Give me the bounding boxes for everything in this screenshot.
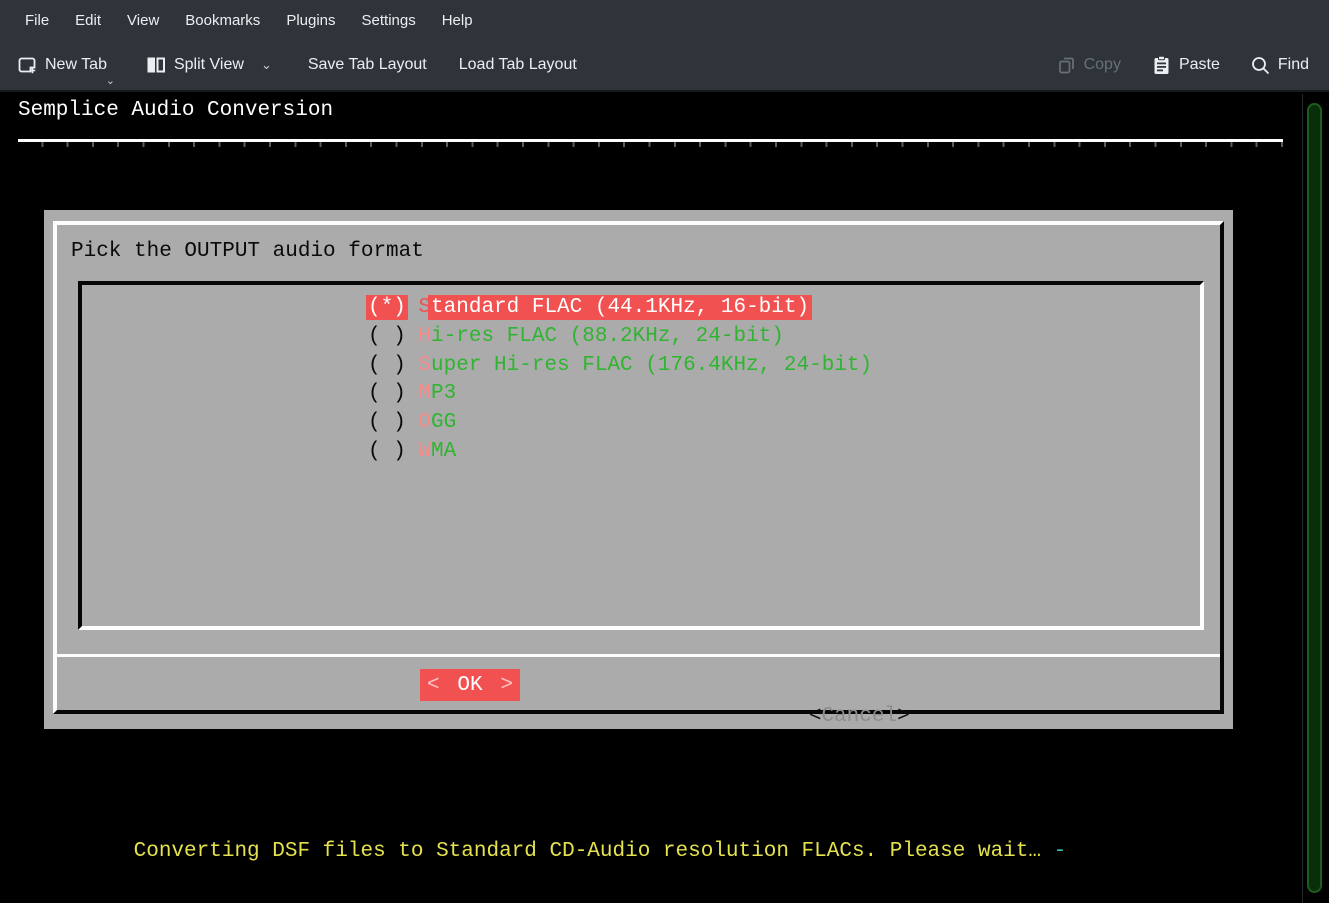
copy-icon — [1056, 55, 1077, 76]
radio-label: uper Hi-res FLAC (176.4KHz, 24-bit) — [431, 354, 872, 377]
split-view-button[interactable]: Split View ⌄ — [145, 47, 272, 83]
button-separator — [57, 654, 1220, 657]
cancel-button[interactable]: <Cancel> — [708, 669, 910, 701]
copy-button[interactable]: Copy — [1056, 47, 1121, 83]
radio-hotkey: W — [418, 440, 431, 463]
dialog-title: Pick the OUTPUT audio format — [71, 240, 424, 263]
radio-option[interactable]: ( ) Super Hi-res FLAC (176.4KHz, 24-bit) — [368, 352, 872, 381]
konsole-window: FileEditViewBookmarksPluginsSettingsHelp… — [0, 0, 1329, 903]
terminal-view[interactable]: Semplice Audio Conversion Pick the OUTPU… — [0, 94, 1329, 903]
status-text: Converting DSF files to Standard CD-Audi… — [134, 840, 1054, 863]
ok-right-bracket: > — [500, 674, 513, 697]
copy-label: Copy — [1084, 56, 1121, 74]
radio-state: ( ) — [368, 354, 406, 377]
split-view-icon — [145, 54, 167, 76]
find-button[interactable]: Find — [1250, 47, 1309, 83]
radio-state: ( ) — [368, 440, 406, 463]
radio-state: ( ) — [368, 325, 406, 348]
paste-label: Paste — [1179, 56, 1220, 74]
toolbar: New Tab ⌄ Split View ⌄ Save Tab Layout L… — [0, 40, 1329, 92]
new-tab-icon — [16, 54, 38, 76]
radio-state: (*) — [366, 295, 408, 320]
radio-label: i-res FLAC (88.2KHz, 24-bit) — [431, 325, 784, 348]
radio-option[interactable]: ( ) WMA — [368, 438, 872, 467]
radio-hotkey: O — [418, 411, 431, 434]
radio-option[interactable]: ( ) MP3 — [368, 380, 872, 409]
menubar-item-bookmarks[interactable]: Bookmarks — [172, 0, 273, 40]
radio-hotkey: S — [418, 354, 431, 377]
radio-option[interactable]: (*) Standard FLAC (44.1KHz, 16-bit) — [368, 294, 872, 323]
menubar-item-view[interactable]: View — [114, 0, 172, 40]
radio-option[interactable]: ( ) OGG — [368, 409, 872, 438]
radio-label: tandard FLAC (44.1KHz, 16-bit) — [428, 295, 812, 320]
menubar-item-file[interactable]: File — [12, 0, 62, 40]
cancel-right-bracket: > — [897, 705, 910, 728]
format-listbox: (*) Standard FLAC (44.1KHz, 16-bit)( ) H… — [78, 281, 1204, 630]
search-icon — [1250, 55, 1271, 76]
save-tab-layout-label: Save Tab Layout — [308, 56, 427, 74]
menubar: FileEditViewBookmarksPluginsSettingsHelp — [0, 0, 1329, 40]
new-tab-label: New Tab — [45, 56, 107, 74]
radio-label: GG — [431, 411, 456, 434]
save-tab-layout-button[interactable]: Save Tab Layout — [308, 47, 427, 83]
menubar-item-edit[interactable]: Edit — [62, 0, 114, 40]
menubar-item-plugins[interactable]: Plugins — [273, 0, 348, 40]
status-line: Converting DSF files to Standard CD-Audi… — [58, 817, 1066, 886]
cancel-label: Cancel — [821, 705, 897, 728]
radio-state: ( ) — [368, 411, 406, 434]
find-label: Find — [1278, 56, 1309, 74]
spinner: - — [1054, 840, 1067, 863]
menubar-item-settings[interactable]: Settings — [349, 0, 429, 40]
backtitle: Semplice Audio Conversion — [18, 99, 333, 122]
new-tab-chevron-down-icon[interactable]: ⌄ — [106, 76, 115, 87]
ok-label: OK — [457, 674, 482, 697]
scrollbar-track-separator — [1302, 94, 1303, 903]
paste-button[interactable]: Paste — [1151, 47, 1220, 83]
format-dialog: Pick the OUTPUT audio format (*) Standar… — [44, 210, 1233, 729]
cancel-left-bracket: < — [809, 705, 822, 728]
split-view-chevron-down-icon[interactable]: ⌄ — [261, 57, 272, 73]
radio-hotkey: M — [418, 382, 431, 405]
ok-button[interactable]: < OK > — [420, 669, 520, 701]
paste-icon — [1151, 55, 1172, 76]
new-tab-button[interactable]: New Tab ⌄ — [16, 47, 107, 83]
radio-list: (*) Standard FLAC (44.1KHz, 16-bit)( ) H… — [368, 294, 872, 467]
radio-hotkey: H — [418, 325, 431, 348]
radio-label: P3 — [431, 382, 456, 405]
radio-state: ( ) — [368, 382, 406, 405]
scrollbar-handle[interactable] — [1307, 103, 1322, 893]
load-tab-layout-button[interactable]: Load Tab Layout — [459, 47, 577, 83]
split-view-label: Split View — [174, 56, 244, 74]
radio-option[interactable]: ( ) Hi-res FLAC (88.2KHz, 24-bit) — [368, 323, 872, 352]
radio-label: MA — [431, 440, 456, 463]
backtitle-rule-ticks — [18, 142, 1283, 147]
ok-left-bracket: < — [427, 674, 440, 697]
load-tab-layout-label: Load Tab Layout — [459, 56, 577, 74]
menubar-item-help[interactable]: Help — [429, 0, 486, 40]
